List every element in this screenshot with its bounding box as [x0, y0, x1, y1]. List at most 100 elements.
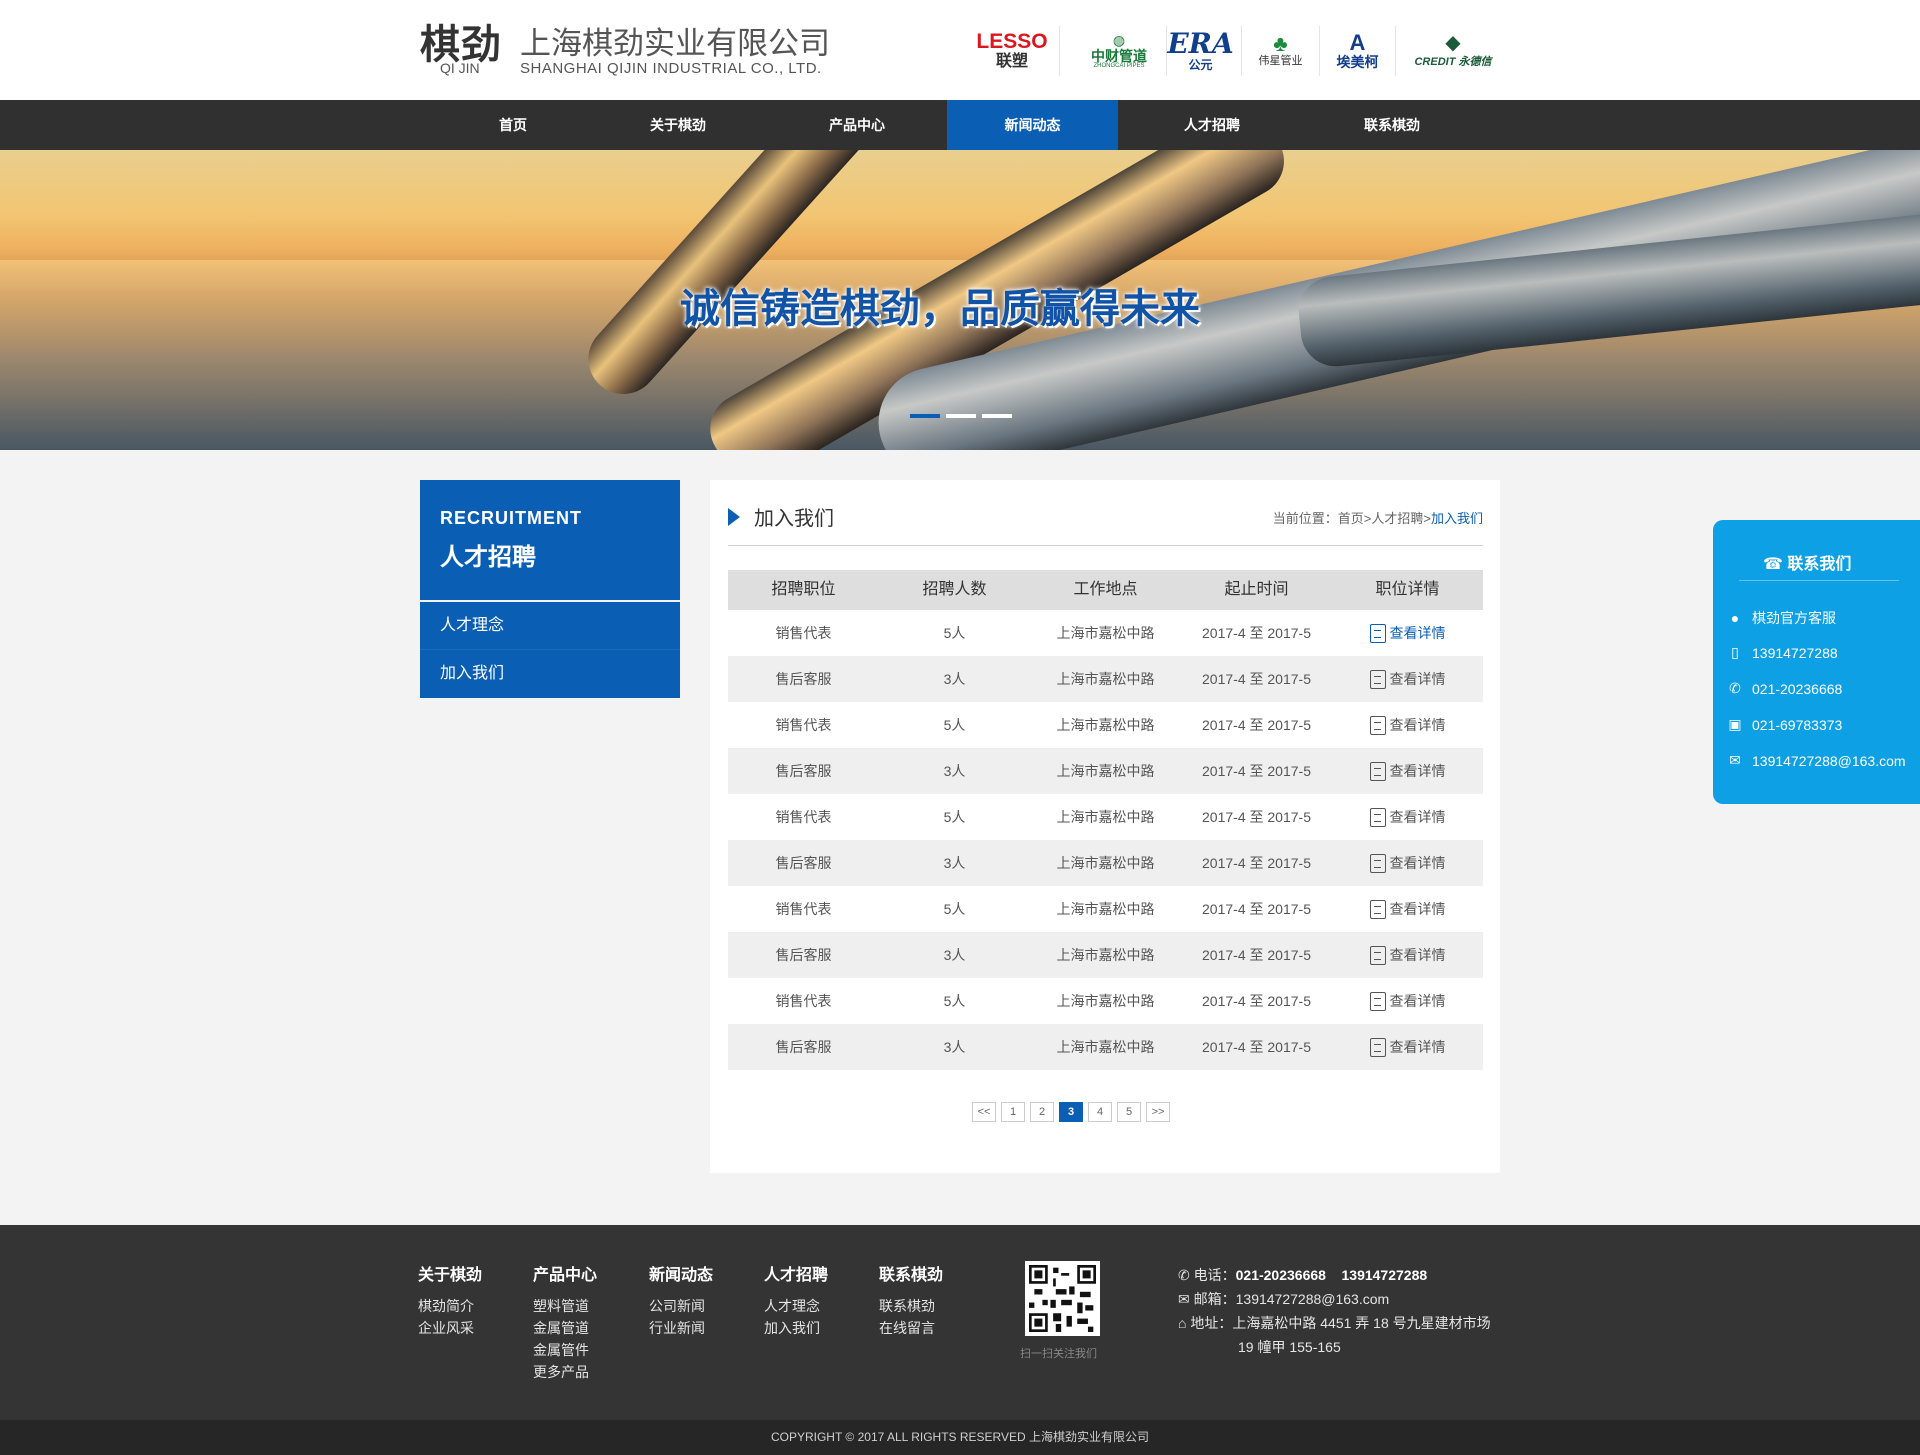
breadcrumb: 当前位置：首页>人才招聘>加入我们 [1272, 511, 1483, 526]
view-detail-label: 查看详情 [1389, 947, 1446, 963]
cell-location: 上海市嘉松中路 [1056, 901, 1155, 917]
footer-link[interactable]: 金属管道 [533, 1317, 597, 1339]
footer-link[interactable]: 联系棋劲 [879, 1295, 943, 1317]
sidebar-header: RECRUITMENT 人才招聘 [420, 480, 680, 600]
banner-dot[interactable] [946, 414, 976, 418]
footer-link[interactable]: 人才理念 [764, 1295, 828, 1317]
cell-period: 2017-4 至 2017-5 [1202, 763, 1311, 779]
document-icon [1369, 807, 1386, 827]
table-row: 销售代表 5人 上海市嘉松中路 2017-4 至 2017-5 查看详情 [728, 886, 1483, 932]
banner-dot[interactable] [982, 414, 1012, 418]
cell-period: 2017-4 至 2017-5 [1202, 717, 1311, 733]
view-detail-link[interactable]: 查看详情 [1332, 610, 1483, 656]
document-icon [1369, 991, 1386, 1011]
nav-recruitment[interactable]: 人才招聘 [1122, 100, 1302, 150]
section-header: 加入我们 当前位置：首页>人才招聘>加入我们 [728, 502, 1483, 530]
footer-col-products: 产品中心 塑料管道 金属管道 金属管件 更多产品 [533, 1261, 597, 1383]
logo-subtitle: QI JIN [440, 60, 480, 76]
view-detail-link[interactable]: 查看详情 [1332, 886, 1483, 932]
view-detail-link[interactable]: 查看详情 [1332, 702, 1483, 748]
cell-position: 销售代表 [775, 625, 832, 641]
mail-icon: ✉ [1178, 1291, 1190, 1307]
footer-link[interactable]: 塑料管道 [533, 1295, 597, 1317]
sidebar-menu: 人才理念 加入我们 [420, 602, 680, 698]
view-detail-link[interactable]: 查看详情 [1332, 978, 1483, 1024]
cell-count: 5人 [943, 901, 966, 917]
view-detail-label: 查看详情 [1389, 993, 1446, 1009]
cell-count: 3人 [943, 855, 966, 871]
breadcrumb-current[interactable]: 加入我们 [1431, 511, 1483, 526]
mobile-icon: ▯ [1731, 644, 1739, 660]
view-detail-link[interactable]: 查看详情 [1332, 748, 1483, 794]
pager-page[interactable]: 2 [1030, 1102, 1054, 1122]
table-row: 销售代表 5人 上海市嘉松中路 2017-4 至 2017-5 查看详情 [728, 978, 1483, 1024]
jobs-table: 招聘职位 招聘人数 工作地点 起止时间 职位详情 销售代表 5人 上海市嘉松中路 20… [728, 570, 1483, 1070]
pager-page[interactable]: 5 [1117, 1102, 1141, 1122]
document-icon [1369, 899, 1386, 919]
footer-link[interactable]: 在线留言 [879, 1317, 943, 1339]
view-detail-link[interactable]: 查看详情 [1332, 932, 1483, 978]
document-icon [1369, 853, 1386, 873]
nav-about[interactable]: 关于棋劲 [588, 100, 768, 150]
qr-caption: 扫一扫关注我们 [1020, 1348, 1097, 1360]
cell-count: 5人 [943, 717, 966, 733]
pager-page[interactable]: 1 [1001, 1102, 1025, 1122]
footer-col-about: 关于棋劲 棋劲简介 企业风采 [418, 1261, 482, 1339]
cell-location: 上海市嘉松中路 [1056, 625, 1155, 641]
sidebar-item-philosophy[interactable]: 人才理念 [420, 602, 680, 650]
footer-link[interactable]: 行业新闻 [649, 1317, 713, 1339]
view-detail-label: 查看详情 [1389, 671, 1446, 687]
breadcrumb-recruitment[interactable]: 人才招聘 [1371, 511, 1423, 526]
nav-contact[interactable]: 联系棋劲 [1302, 100, 1482, 150]
brand-logo-weixing: ♣ 伟星管业 [1242, 26, 1320, 76]
table-row: 售后客服 3人 上海市嘉松中路 2017-4 至 2017-5 查看详情 [728, 1024, 1483, 1070]
breadcrumb-home[interactable]: 首页 [1338, 511, 1364, 526]
footer-link[interactable]: 金属管件 [533, 1339, 597, 1361]
cell-location: 上海市嘉松中路 [1056, 671, 1155, 687]
footer-link[interactable]: 公司新闻 [649, 1295, 713, 1317]
cell-location: 上海市嘉松中路 [1056, 1039, 1155, 1055]
pager-last[interactable]: >> [1146, 1102, 1170, 1122]
cell-position: 售后客服 [775, 947, 832, 963]
contact-fax[interactable]: ▣ 021-69783373 [1726, 716, 1842, 733]
weixing-mark-icon: ♣ [1273, 31, 1288, 57]
table-row: 销售代表 5人 上海市嘉松中路 2017-4 至 2017-5 查看详情 [728, 702, 1483, 748]
nav-home[interactable]: 首页 [423, 100, 603, 150]
view-detail-link[interactable]: 查看详情 [1332, 794, 1483, 840]
document-icon [1369, 1037, 1386, 1057]
footer-link[interactable]: 企业风采 [418, 1317, 482, 1339]
banner-dot[interactable] [910, 414, 940, 418]
contact-email[interactable]: ✉ 13914727288@163.com [1726, 752, 1905, 769]
table-header: 招聘职位 招聘人数 工作地点 起止时间 职位详情 [728, 570, 1483, 610]
mail-icon: ✉ [1729, 752, 1741, 768]
footer-link[interactable]: 更多产品 [533, 1361, 597, 1383]
pager-page[interactable]: 4 [1088, 1102, 1112, 1122]
contact-mobile[interactable]: ▯ 13914727288 [1726, 644, 1838, 661]
phone-icon: ✆ [1178, 1267, 1190, 1283]
contact-phone[interactable]: ✆ 021-20236668 [1726, 680, 1842, 697]
pager-first[interactable]: << [972, 1102, 996, 1122]
main-content: 加入我们 当前位置：首页>人才招聘>加入我们 招聘职位 招聘人数 工作地点 起止… [710, 480, 1500, 1173]
view-detail-link[interactable]: 查看详情 [1332, 656, 1483, 702]
hero-banner: 诚信铸造棋劲，品质赢得未来 [0, 150, 1920, 450]
cell-position: 销售代表 [775, 993, 832, 1009]
view-detail-link[interactable]: 查看详情 [1332, 840, 1483, 886]
document-icon [1369, 761, 1386, 781]
sidebar-item-join-us[interactable]: 加入我们 [420, 650, 680, 698]
nav-products[interactable]: 产品中心 [767, 100, 947, 150]
view-detail-label: 查看详情 [1389, 809, 1446, 825]
table-row: 售后客服 3人 上海市嘉松中路 2017-4 至 2017-5 查看详情 [728, 932, 1483, 978]
cell-period: 2017-4 至 2017-5 [1202, 1039, 1311, 1055]
view-detail-label: 查看详情 [1389, 625, 1446, 641]
cell-period: 2017-4 至 2017-5 [1202, 809, 1311, 825]
contact-qq[interactable]: ● 棋劲官方客服 [1726, 608, 1836, 628]
footer-link[interactable]: 加入我们 [764, 1317, 828, 1339]
brand-logo-aimeike: A 埃美柯 [1320, 26, 1396, 76]
nav-news[interactable]: 新闻动态 [947, 100, 1118, 150]
footer-link[interactable]: 棋劲简介 [418, 1295, 482, 1317]
sidebar: RECRUITMENT 人才招聘 人才理念 加入我们 [420, 480, 680, 698]
view-detail-link[interactable]: 查看详情 [1332, 1024, 1483, 1070]
pager-page-current[interactable]: 3 [1059, 1102, 1083, 1122]
qr-code-icon [1029, 1265, 1096, 1332]
cell-position: 售后客服 [775, 1039, 832, 1055]
